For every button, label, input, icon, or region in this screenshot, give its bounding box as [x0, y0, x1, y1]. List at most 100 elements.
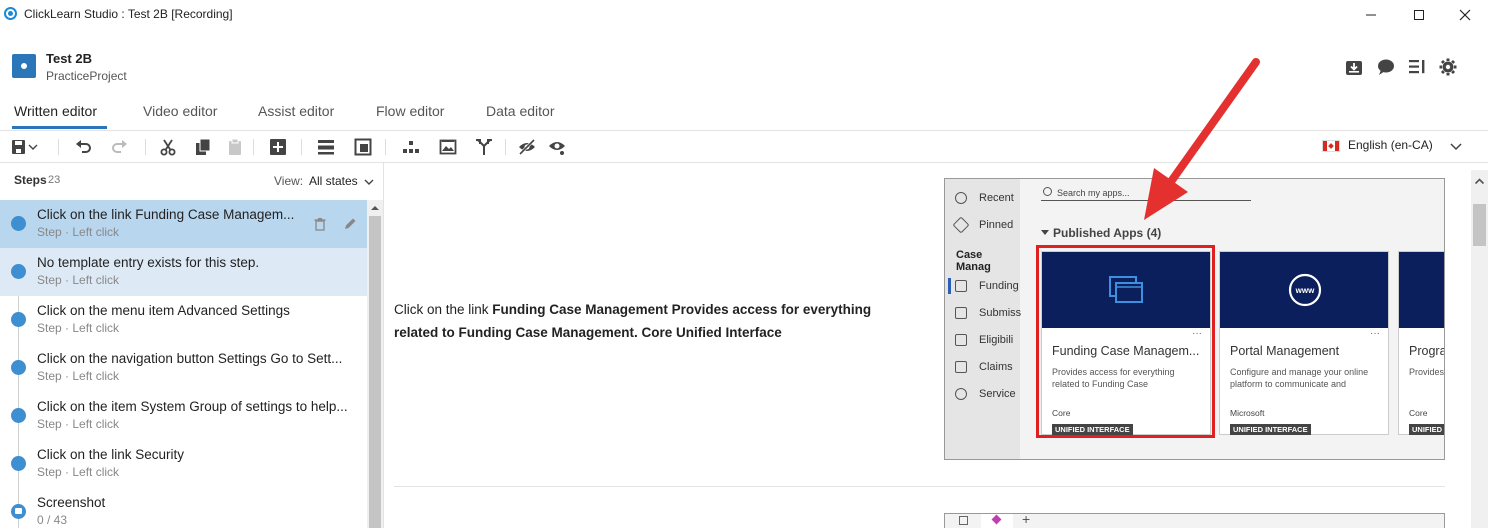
step-dot-icon: [11, 360, 26, 375]
screenshot-sidebar-item: Pinned: [979, 219, 1014, 231]
search-icon: [1043, 187, 1052, 196]
save-dropdown-button[interactable]: [6, 136, 42, 158]
window-icon: [959, 516, 968, 525]
scroll-up-icon[interactable]: [1474, 176, 1485, 187]
delete-icon[interactable]: [313, 217, 327, 231]
tab-assist-editor[interactable]: Assist editor: [258, 103, 334, 119]
toolbar-separator: [58, 139, 59, 155]
step-dot-icon: [11, 312, 26, 327]
step-subtitle: Step · Left click: [37, 417, 120, 431]
step-item[interactable]: Click on the item System Group of settin…: [0, 392, 367, 440]
step-item[interactable]: Click on the menu item Advanced Settings…: [0, 296, 367, 344]
branch-button[interactable]: [473, 136, 495, 158]
camera-icon: [11, 504, 26, 519]
step-title: No template entry exists for this step.: [37, 255, 260, 270]
cut-icon: [160, 139, 176, 156]
screenshot-sidebar-item: Recent: [979, 192, 1014, 204]
window-title: ClickLearn Studio : Test 2B [Recording]: [24, 7, 233, 21]
tab-data-editor[interactable]: Data editor: [486, 103, 554, 119]
step-item[interactable]: Screenshot 0 / 43: [0, 488, 367, 528]
copy-button[interactable]: [192, 136, 214, 158]
chevron-down-icon[interactable]: [363, 176, 375, 188]
step-item[interactable]: Click on the navigation button Settings …: [0, 344, 367, 392]
screenshot-sidebar-section: Case Manag: [956, 249, 991, 273]
chevron-down-icon[interactable]: [1449, 140, 1463, 154]
step-item[interactable]: Click on the link Security Step · Left c…: [0, 440, 367, 488]
app-card-banner: [1399, 252, 1444, 328]
toolbar-separator: [145, 139, 146, 155]
add-step-button[interactable]: [267, 136, 289, 158]
steps-count: 23: [48, 174, 61, 186]
step-title: Click on the link Security: [37, 447, 185, 462]
app-card-title: Portal Management: [1230, 344, 1340, 358]
language-selector[interactable]: English (en-CA): [1348, 138, 1433, 152]
view-filter-dropdown[interactable]: All states: [309, 174, 358, 188]
service-icon: [955, 388, 967, 400]
minimize-icon: [1366, 14, 1376, 16]
redo-button[interactable]: [109, 136, 131, 158]
divider: [394, 486, 1445, 487]
maximize-button[interactable]: [1396, 0, 1442, 30]
cut-button[interactable]: [157, 136, 179, 158]
clicklearn-logo-icon: [4, 7, 17, 20]
claims-icon: [955, 361, 967, 373]
screenshot-sidebar: Recent Pinned Case Manag Funding Submiss…: [945, 179, 1021, 459]
insert-frame-button[interactable]: [352, 136, 374, 158]
copy-icon: [196, 138, 211, 155]
toolbar-separator: [253, 139, 254, 155]
minimize-button[interactable]: [1348, 0, 1394, 30]
scroll-up-icon[interactable]: [370, 203, 380, 213]
tab-written-editor[interactable]: Written editor: [14, 103, 97, 119]
active-tab-indicator: [12, 126, 107, 129]
hierarchy-button[interactable]: [400, 136, 422, 158]
view-label: View:: [274, 174, 304, 188]
step-dot-icon: [11, 408, 26, 423]
project-subtitle: PracticeProject: [46, 69, 127, 83]
step-item[interactable]: No template entry exists for this step. …: [0, 248, 367, 296]
preview-button[interactable]: [546, 136, 568, 158]
screenshot-search-placeholder: Search my apps...: [1057, 188, 1130, 198]
paste-icon: [229, 138, 241, 155]
caret-down-icon: [1041, 230, 1049, 235]
screenshot-sidebar-item: Service: [979, 388, 1016, 400]
app-card-badge: UNIFIED: [1409, 424, 1444, 435]
step-dot-icon: [11, 264, 26, 279]
undo-button[interactable]: [72, 136, 94, 158]
www-globe-icon: www: [1288, 273, 1322, 307]
app-card: Progra Provides related t Core UNIFIED: [1398, 251, 1445, 435]
screenshot-button[interactable]: [437, 136, 459, 158]
list-panel-icon[interactable]: [1407, 57, 1427, 77]
app-card-more-icon: ···: [1370, 328, 1380, 339]
content-scrollbar-thumb[interactable]: [1473, 204, 1486, 246]
save-icon: [12, 140, 25, 154]
app-card-title: Progra: [1409, 344, 1445, 358]
steps-scrollbar-thumb[interactable]: [369, 216, 381, 528]
step-item[interactable]: Click on the link Funding Case Managem..…: [0, 200, 367, 248]
screenshot-sidebar-item: Funding: [979, 280, 1019, 292]
step-subtitle: 0 / 43: [37, 513, 68, 527]
annotation-arrow-icon: [1144, 58, 1260, 220]
gear-icon[interactable]: [1438, 57, 1458, 77]
next-step-screenshot[interactable]: +: [944, 513, 1445, 528]
chat-bubble-icon[interactable]: [1376, 57, 1396, 77]
maximize-icon: [1414, 10, 1424, 20]
step-title: Click on the link Funding Case Managem..…: [37, 207, 295, 222]
tab-video-editor[interactable]: Video editor: [143, 103, 217, 119]
paste-button[interactable]: [224, 136, 246, 158]
branch-icon: [476, 139, 492, 155]
steps-label: Steps: [14, 173, 47, 187]
new-tab-icon: +: [1022, 513, 1031, 527]
add-step-icon: [270, 139, 286, 155]
edit-pencil-icon[interactable]: [343, 217, 357, 231]
insert-rows-button[interactable]: [315, 136, 337, 158]
tab-flow-editor[interactable]: Flow editor: [376, 103, 444, 119]
pin-icon: [952, 216, 970, 234]
step-title: Screenshot: [37, 495, 106, 510]
inbox-download-icon[interactable]: [1344, 57, 1364, 77]
app-card-description: Configure and manage your online platfor…: [1230, 367, 1369, 389]
preview-icon: [549, 142, 565, 155]
step-subtitle: Step · Left click: [37, 273, 120, 287]
canada-flag-icon: [1322, 140, 1340, 152]
close-button[interactable]: [1442, 0, 1488, 30]
hide-button[interactable]: [516, 136, 538, 158]
